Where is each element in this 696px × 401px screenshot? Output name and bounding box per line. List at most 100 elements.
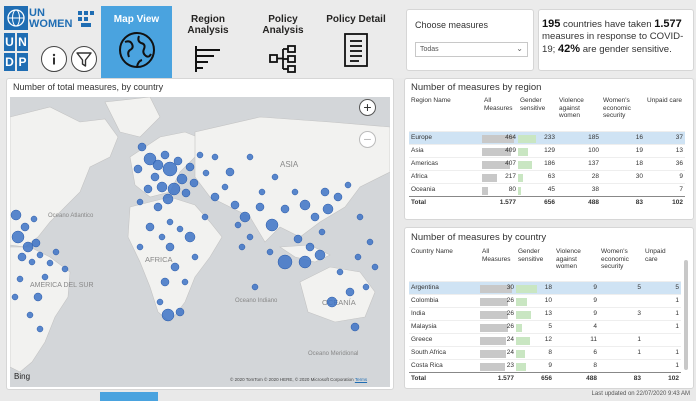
country-header-name[interactable]: Country Name: [409, 247, 480, 281]
country-bubble[interactable]: [158, 233, 166, 241]
country-bubble[interactable]: [238, 243, 246, 251]
country-bubble[interactable]: [293, 234, 303, 244]
country-bubble[interactable]: [10, 209, 22, 221]
country-bubble[interactable]: [16, 275, 24, 283]
scrollbar-thumb[interactable]: [684, 260, 688, 370]
country-bubble[interactable]: [28, 258, 36, 266]
country-bubble[interactable]: [175, 307, 185, 317]
country-bubble[interactable]: [299, 199, 311, 211]
country-bubble[interactable]: [322, 203, 334, 215]
country-bubble[interactable]: [36, 251, 44, 259]
country-bubble[interactable]: [221, 183, 229, 191]
country-bubble[interactable]: [133, 164, 143, 174]
country-bubble[interactable]: [251, 283, 259, 291]
country-row[interactable]: Greece 24 12 11 1: [409, 332, 681, 346]
country-row[interactable]: Colombia 26 10 9 1: [409, 293, 681, 307]
country-bubble[interactable]: [22, 241, 34, 253]
country-header-unpaid[interactable]: Unpaid care: [643, 247, 681, 281]
country-bubble[interactable]: [136, 243, 144, 251]
region-row[interactable]: Africa 217 63 28 30 9: [409, 169, 685, 183]
map-terms-link[interactable]: Terms: [355, 377, 367, 382]
country-bubble[interactable]: [201, 213, 209, 221]
country-bubble[interactable]: [11, 230, 25, 244]
country-bubble[interactable]: [181, 188, 191, 198]
country-bubble[interactable]: [333, 192, 343, 202]
country-bubble[interactable]: [345, 287, 355, 297]
country-bubble[interactable]: [162, 193, 174, 205]
country-bubble[interactable]: [320, 187, 330, 197]
region-header-unpaid[interactable]: Unpaid care: [645, 96, 685, 131]
country-bubble[interactable]: [298, 255, 312, 269]
region-header-all[interactable]: All Measures: [482, 96, 518, 131]
country-bubble[interactable]: [326, 296, 338, 308]
country-row[interactable]: South Africa 24 8 6 1 1: [409, 345, 681, 359]
filter-button[interactable]: [71, 46, 97, 72]
country-bubble[interactable]: [211, 153, 219, 161]
region-row[interactable]: Asia 409 129 100 19 13: [409, 143, 685, 157]
country-bubble[interactable]: [176, 173, 188, 185]
zoom-in-button[interactable]: +: [359, 99, 376, 116]
country-bubble[interactable]: [160, 150, 170, 160]
info-button[interactable]: [41, 46, 67, 72]
country-bubble[interactable]: [239, 211, 251, 223]
region-header-name[interactable]: Region Name: [409, 96, 482, 131]
country-row[interactable]: India 26 13 9 3 1: [409, 306, 681, 320]
country-bubble[interactable]: [160, 277, 170, 287]
country-header-economic[interactable]: Women's economic security: [599, 247, 643, 281]
country-bubble[interactable]: [234, 221, 242, 229]
country-bubble[interactable]: [181, 278, 189, 286]
country-bubble[interactable]: [152, 159, 164, 171]
country-bubble[interactable]: [185, 162, 195, 172]
country-bubble[interactable]: [137, 142, 147, 152]
country-bubble[interactable]: [258, 188, 266, 196]
country-bubble[interactable]: [145, 222, 155, 232]
country-bubble[interactable]: [156, 181, 168, 193]
tab-policy-detail[interactable]: Policy Detail: [325, 6, 387, 78]
country-header-all[interactable]: All Measures: [480, 247, 516, 281]
country-table-scrollbar[interactable]: [683, 250, 689, 384]
country-bubble[interactable]: [225, 167, 235, 177]
country-bubble[interactable]: [266, 248, 274, 256]
country-header-gender[interactable]: Gender sensitive: [516, 247, 554, 281]
country-bubble[interactable]: [371, 263, 379, 271]
country-bubble[interactable]: [176, 225, 184, 233]
country-bubble[interactable]: [246, 233, 254, 241]
country-bubble[interactable]: [41, 273, 49, 281]
tab-policy-analysis[interactable]: Policy Analysis: [252, 6, 314, 78]
zoom-out-button[interactable]: −: [359, 131, 376, 148]
country-bubble[interactable]: [255, 202, 265, 212]
country-bubble[interactable]: [230, 200, 240, 210]
world-map[interactable]: ASIA Oceano Atlantico AMERICA DEL SUR AF…: [10, 97, 390, 387]
country-bubble[interactable]: [318, 228, 326, 236]
country-bubble[interactable]: [210, 192, 220, 202]
country-bubble[interactable]: [161, 308, 175, 322]
country-bubble[interactable]: [344, 181, 352, 189]
country-bubble[interactable]: [305, 242, 315, 252]
country-bubble[interactable]: [310, 212, 320, 222]
country-bubble[interactable]: [280, 204, 290, 214]
country-bubble[interactable]: [184, 231, 196, 243]
region-row[interactable]: Oceania 80 45 38 7: [409, 182, 685, 196]
country-bubble[interactable]: [33, 292, 43, 302]
region-row[interactable]: Americas 407 186 137 18 36: [409, 156, 685, 170]
country-bubble[interactable]: [314, 249, 326, 261]
measure-select[interactable]: Todas ⌄: [415, 42, 528, 57]
country-bubble[interactable]: [277, 254, 293, 270]
country-bubble[interactable]: [156, 298, 164, 306]
country-bubble[interactable]: [150, 172, 160, 182]
country-bubble[interactable]: [191, 253, 199, 261]
country-bubble[interactable]: [52, 248, 60, 256]
country-bubble[interactable]: [246, 153, 254, 161]
country-bubble[interactable]: [265, 218, 279, 232]
country-row[interactable]: Argentina 30 18 9 5 5: [409, 280, 681, 294]
country-bubble[interactable]: [30, 215, 38, 223]
tab-region-analysis[interactable]: Region Analysis: [177, 6, 239, 78]
country-bubble[interactable]: [173, 156, 183, 166]
country-bubble[interactable]: [61, 265, 69, 273]
region-header-economic[interactable]: Women's economic security: [601, 96, 645, 131]
country-bubble[interactable]: [20, 222, 30, 232]
country-row[interactable]: Costa Rica 23 9 8 1: [409, 358, 681, 372]
region-header-gender[interactable]: Gender sensitive: [518, 96, 557, 131]
country-bubble[interactable]: [202, 169, 210, 177]
country-bubble[interactable]: [356, 213, 364, 221]
